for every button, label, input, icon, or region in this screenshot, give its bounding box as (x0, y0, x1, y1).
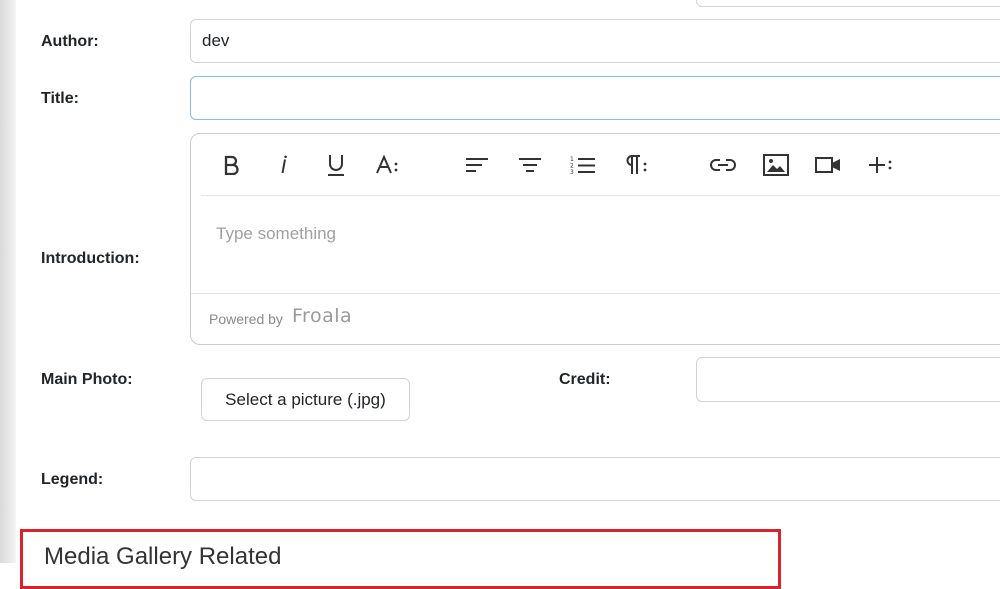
legend-input[interactable] (190, 457, 1000, 501)
media-gallery-title: Media Gallery Related (44, 543, 282, 570)
plus-more-icon[interactable] (863, 148, 899, 182)
select-picture-button[interactable]: Select a picture (.jpg) (201, 378, 410, 421)
editor-toolbar: 123 (201, 134, 1000, 196)
video-icon[interactable] (810, 148, 846, 182)
author-input[interactable]: dev (190, 19, 1000, 63)
ordered-list-icon[interactable]: 123 (565, 148, 601, 182)
paragraph-icon[interactable] (618, 148, 654, 182)
media-gallery-section: Media Gallery Related (20, 529, 781, 589)
introduction-label: Introduction: (41, 250, 140, 267)
image-icon[interactable] (758, 148, 794, 182)
title-label: Title: (41, 90, 79, 107)
svg-text:3: 3 (570, 169, 574, 175)
rich-text-editor[interactable]: 123 Type something Powered by Froala (190, 133, 1000, 345)
powered-by-text: Powered by (209, 311, 283, 327)
title-input[interactable] (190, 76, 1000, 120)
legend-label: Legend: (41, 471, 104, 488)
credit-input[interactable] (696, 357, 1000, 402)
author-value: dev (202, 31, 230, 50)
editor-placeholder[interactable]: Type something (216, 224, 336, 244)
bold-icon[interactable] (213, 148, 249, 182)
partial-input-top[interactable] (696, 0, 1000, 7)
froala-logo[interactable]: Froala (292, 305, 352, 327)
main-photo-label: Main Photo: (41, 371, 133, 388)
underline-icon[interactable] (318, 148, 354, 182)
text-size-icon[interactable] (371, 148, 407, 182)
align-left-icon[interactable] (459, 148, 495, 182)
page-left-shadow (0, 0, 16, 563)
italic-icon[interactable] (266, 148, 302, 182)
editor-footer: Powered by Froala (191, 293, 1000, 346)
link-icon[interactable] (705, 148, 741, 182)
author-label: Author: (41, 33, 99, 50)
align-center-icon[interactable] (512, 148, 548, 182)
credit-label: Credit: (559, 371, 611, 388)
